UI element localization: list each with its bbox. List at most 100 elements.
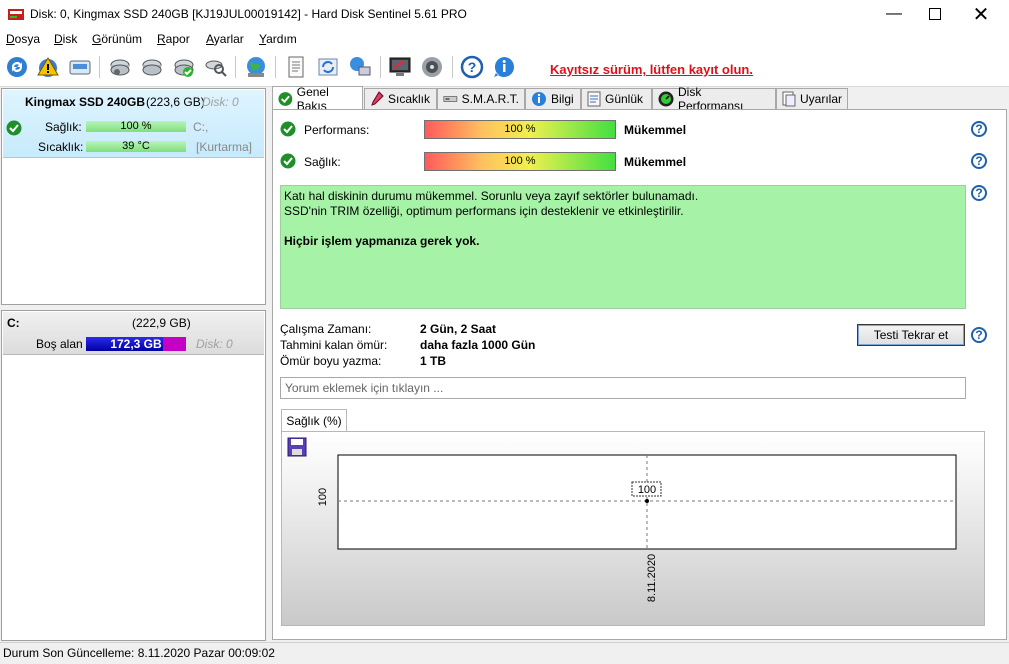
health-bar-fill: 100 %: [86, 121, 186, 132]
health-rating: Mükemmel: [624, 155, 687, 169]
maximize-icon: [929, 8, 941, 20]
lifetime-writes-value: 1 TB: [420, 354, 447, 368]
menu-disk[interactable]: Disk: [54, 32, 77, 46]
temperature-note: [Kurtarma]: [196, 140, 253, 154]
tab-label: Günlük: [605, 92, 644, 106]
health-bar: 100 %: [86, 121, 186, 132]
info-icon: [494, 57, 514, 77]
menu-rapor[interactable]: Rapor: [157, 32, 190, 46]
check-icon: [278, 91, 293, 106]
y-tick-label: 100: [317, 488, 329, 506]
report-icon: [288, 56, 304, 78]
disk-test-button[interactable]: [106, 53, 134, 81]
sync-icon: [318, 58, 338, 76]
warning-icon: [37, 57, 59, 77]
tab-disk-performansi[interactable]: Disk Performansı: [652, 85, 776, 113]
remaining-life-label: Tahmini kalan ömür:: [280, 338, 388, 352]
health-label: Sağlık:: [304, 155, 341, 169]
volume-letter: C:: [7, 316, 20, 330]
toolbar-separator: [99, 56, 100, 78]
close-button[interactable]: ✕: [958, 0, 1004, 28]
tab-label: Uyarılar: [799, 92, 842, 106]
disk-search-icon: [205, 60, 227, 77]
volume-size: (222,9 GB): [132, 316, 191, 330]
disk-check-button[interactable]: [170, 53, 198, 81]
minimize-button[interactable]: —: [871, 0, 917, 28]
network-button[interactable]: [346, 53, 374, 81]
uptime-value: 2 Gün, 2 Saat: [420, 322, 497, 336]
svg-text:?: ?: [468, 59, 477, 75]
volume-list-panel: C: (222,9 GB) Boş alan 172,3 GB Disk: 0: [1, 310, 266, 641]
status-line-2: SSD'nin TRIM özelliği, optimum performan…: [284, 204, 684, 218]
app-icon: [8, 9, 24, 20]
maximize-button[interactable]: [912, 0, 958, 28]
status-description: Katı hal diskinin durumu mükemmel. Sorun…: [280, 185, 966, 309]
performance-rating: Mükemmel: [624, 123, 687, 137]
free-space-bar: 172,3 GB: [86, 337, 186, 351]
disk-surface-button[interactable]: [138, 53, 166, 81]
chart-tab-health[interactable]: Sağlık (%): [281, 409, 347, 431]
sync-button[interactable]: [314, 53, 342, 81]
health-label: Sağlık:: [45, 120, 82, 134]
speaker-icon: [422, 57, 442, 77]
performance-label: Performans:: [304, 123, 370, 137]
help-icon: ?: [460, 55, 484, 79]
disk-list-panel: Kingmax SSD 240GB (223,6 GB) Disk: 0 Sağ…: [1, 88, 266, 305]
about-button[interactable]: [490, 53, 518, 81]
health-bar: 100 %: [424, 152, 616, 171]
performance-icon: [658, 91, 674, 107]
smart-icon: [443, 96, 458, 102]
refresh-icon: [7, 57, 27, 77]
status-text: Durum Son Güncelleme: 8.11.2020 Pazar 00…: [3, 646, 275, 660]
tab-sicaklik[interactable]: Sıcaklık: [364, 88, 437, 109]
menu-dosya[interactable]: Dosya: [6, 32, 40, 46]
tab-uyarilar[interactable]: Uyarılar: [776, 88, 848, 109]
log-icon: [587, 91, 601, 107]
alerts-icon: [782, 91, 796, 107]
status-bar: Durum Son Güncelleme: 8.11.2020 Pazar 00…: [0, 642, 1009, 664]
toolbar: ? Kayıtsız sürüm, lütfen kayıt olun.: [0, 48, 1009, 87]
volume-card[interactable]: C: (222,9 GB) Boş alan 172,3 GB Disk: 0: [3, 312, 264, 355]
window-title: Disk: 0, Kingmax SSD 240GB [KJ19JUL00019…: [30, 7, 467, 21]
temperature-bar: 39 °C: [86, 141, 186, 152]
tab-label: Sıcaklık: [388, 92, 431, 106]
health-help-icon[interactable]: ?: [971, 153, 987, 169]
web-button[interactable]: [242, 53, 270, 81]
status-help-icon[interactable]: ?: [971, 185, 987, 201]
monitor-button[interactable]: [386, 53, 414, 81]
performance-help-icon[interactable]: ?: [971, 121, 987, 137]
register-link[interactable]: Kayıtsız sürüm, lütfen kayıt olun.: [550, 62, 753, 77]
disk-number: Disk: 0: [202, 95, 239, 109]
retest-help-icon[interactable]: ?: [971, 327, 987, 343]
lifetime-writes-label: Ömür boyu yazma:: [280, 354, 382, 368]
tab-gunluk[interactable]: Günlük: [581, 88, 652, 109]
menu-yardim[interactable]: Yardım: [259, 32, 297, 46]
data-point: [645, 499, 649, 503]
free-space-value: 172,3 GB: [110, 337, 162, 351]
performance-bar: 100 %: [424, 120, 616, 139]
thermometer-icon: [371, 91, 384, 106]
disk-search-button[interactable]: [202, 53, 230, 81]
disk-card[interactable]: Kingmax SSD 240GB (223,6 GB) Disk: 0 Sağ…: [3, 90, 264, 158]
tab-smart[interactable]: S.M.A.R.T.: [437, 88, 525, 109]
refresh-button[interactable]: [3, 53, 31, 81]
tab-label: Bilgi: [551, 92, 574, 106]
report-button[interactable]: [282, 53, 310, 81]
alerts-button[interactable]: [34, 53, 62, 81]
help-button[interactable]: ?: [458, 53, 486, 81]
toolbar-separator: [275, 56, 276, 78]
menu-gorunum[interactable]: Görünüm: [92, 32, 142, 46]
tab-bilgi[interactable]: Bilgi: [525, 88, 581, 109]
disk-size: (223,6 GB): [146, 95, 205, 109]
x-tick-label: 8.11.2020: [646, 554, 658, 602]
disk-check-icon: [174, 59, 194, 77]
sound-button[interactable]: [418, 53, 446, 81]
toolbar-separator: [235, 56, 236, 78]
tab-genel-bakis[interactable]: Genel Bakış: [272, 85, 363, 113]
health-chart-area: 100 8.11.2020 100: [281, 431, 985, 626]
retest-button[interactable]: Testi Tekrar et: [857, 324, 965, 346]
comment-input[interactable]: Yorum eklemek için tıklayın ...: [280, 377, 966, 399]
status-line-1: Katı hal diskinin durumu mükemmel. Sorun…: [284, 189, 699, 203]
disk-info-button[interactable]: [66, 53, 94, 81]
menu-ayarlar[interactable]: Ayarlar: [206, 32, 244, 46]
